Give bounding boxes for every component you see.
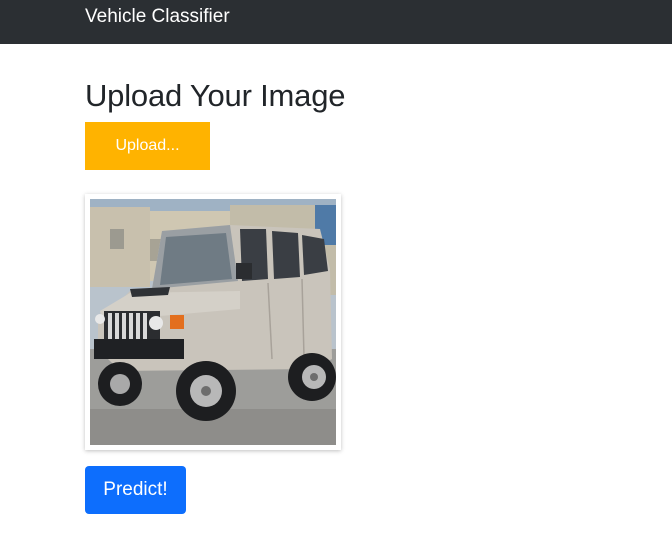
- predict-button[interactable]: Predict!: [85, 466, 186, 514]
- upload-button[interactable]: Upload...: [85, 122, 210, 170]
- uploaded-vehicle-image: [90, 199, 336, 445]
- navbar-brand[interactable]: Vehicle Classifier: [85, 6, 230, 28]
- image-preview: [85, 194, 341, 450]
- navbar: Vehicle Classifier: [0, 0, 672, 44]
- page-title: Upload Your Image: [85, 78, 346, 113]
